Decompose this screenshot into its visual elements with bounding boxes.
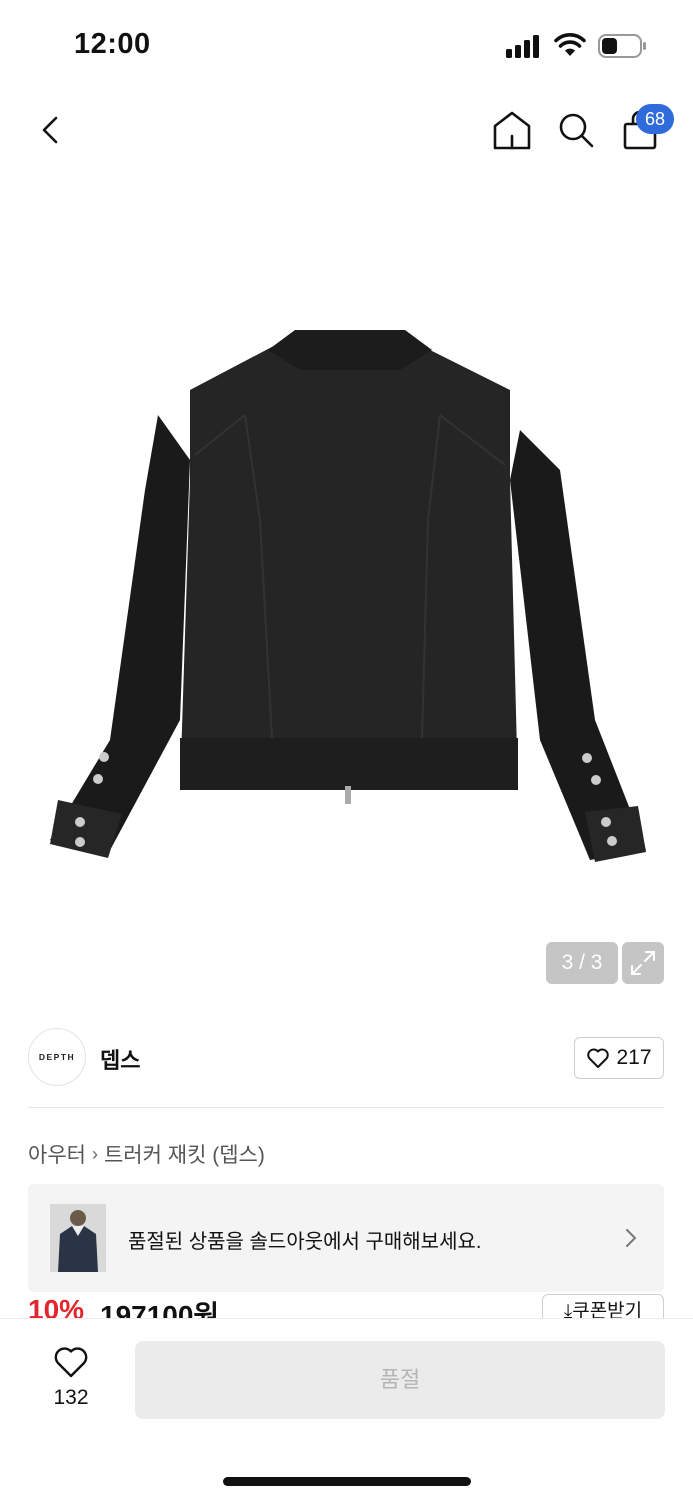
product-image-jacket[interactable] <box>40 320 660 880</box>
sale-price: 197100원 <box>100 1300 220 1318</box>
status-bar: 12:00 <box>0 0 693 90</box>
breadcrumb-category[interactable]: 아우터 <box>28 1139 86 1169</box>
brand-logo[interactable]: DEPTH <box>28 1028 86 1086</box>
wishlist-button[interactable]: 132 <box>40 1345 102 1415</box>
coupon-button[interactable]: ⤓쿠폰받기 <box>542 1294 664 1318</box>
top-navigation <box>0 100 693 160</box>
wishlist-count: 132 <box>53 1386 89 1409</box>
gallery-page-indicator: 3 / 3 <box>546 942 618 984</box>
cellular-signal-icon <box>506 34 544 58</box>
banner-thumbnail <box>50 1204 106 1272</box>
wifi-icon <box>554 33 586 56</box>
banner-text: 품절된 상품을 솔드아웃에서 구매해보세요. <box>128 1231 482 1253</box>
chevron-right-icon: › <box>91 1143 98 1164</box>
breadcrumb-product: 트러커 재킷 (뎁스) <box>103 1144 265 1167</box>
price-row: 10% 197100원 ⤓쿠폰받기 <box>28 1294 664 1318</box>
divider <box>28 1107 664 1108</box>
status-time: 12:00 <box>74 28 151 60</box>
home-icon[interactable] <box>491 108 533 152</box>
heart-icon <box>587 1048 610 1068</box>
cart-count-badge: 68 <box>636 104 674 134</box>
battery-icon <box>598 34 646 58</box>
brand-like-button[interactable]: 217 <box>574 1037 664 1079</box>
soldout-resale-banner[interactable]: 품절된 상품을 솔드아웃에서 구매해보세요. <box>28 1184 664 1292</box>
bottom-action-bar: 132 품절 <box>0 1318 693 1500</box>
brand-row: DEPTH 뎁스 217 <box>0 1008 693 1108</box>
chevron-right-icon <box>626 1229 637 1247</box>
soldout-button[interactable]: 품절 <box>135 1341 665 1419</box>
breadcrumb: 아우터 › 트러커 재킷 (뎁스) <box>28 1139 265 1169</box>
brand-like-count: 217 <box>616 1046 652 1069</box>
expand-icon[interactable] <box>622 942 664 984</box>
back-arrow-icon[interactable] <box>34 110 70 150</box>
discount-rate: 10% <box>28 1294 85 1318</box>
brand-name[interactable]: 뎁스 <box>100 1043 140 1075</box>
home-indicator <box>223 1477 471 1486</box>
search-icon[interactable] <box>556 108 596 152</box>
heart-icon <box>54 1347 88 1378</box>
